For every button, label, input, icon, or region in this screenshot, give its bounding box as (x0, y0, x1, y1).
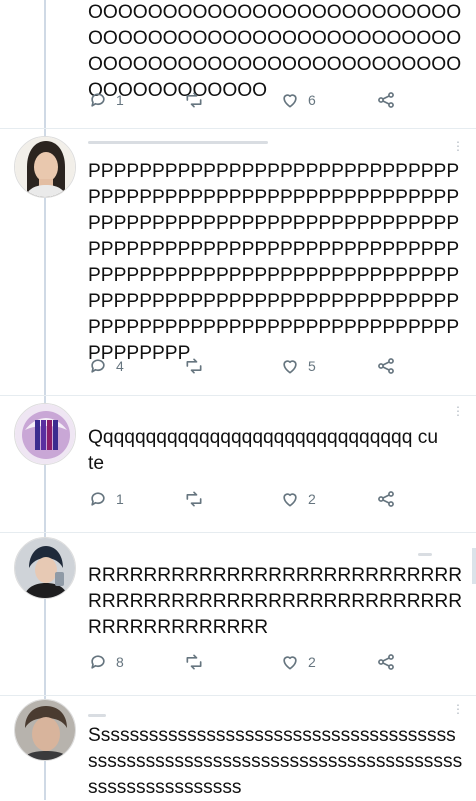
share-icon (378, 92, 394, 108)
ghost-username (88, 141, 268, 144)
post-3[interactable]: RRRRRRRRRRRRRRRRRRRRRRRRRRRRRRRRRRRRRRRR… (0, 533, 476, 695)
like-button[interactable]: 6 (280, 87, 316, 113)
like-button[interactable]: 2 (280, 649, 316, 675)
post-text: RRRRRRRRRRRRRRRRRRRRRRRRRRRRRRRRRRRRRRRR… (88, 565, 463, 638)
share-button[interactable] (376, 486, 396, 512)
reply-icon (91, 93, 105, 107)
retweet-icon (186, 491, 202, 507)
post-4[interactable]: ⋮ Ssssssssssssssssssssssssssssssssssssss… (0, 696, 476, 800)
action-bar: 1 2 (88, 486, 408, 512)
heart-icon (283, 360, 297, 374)
purple-logo-avatar[interactable] (14, 403, 76, 465)
like-count: 2 (308, 654, 316, 670)
reply-button[interactable]: 8 (88, 649, 124, 675)
like-button[interactable]: 5 (280, 353, 316, 379)
post-text: PPPPPPPPPPPPPPPPPPPPPPPPPPPPPPPPPPPPPPPP… (88, 161, 460, 364)
post-text: Qqqqqqqqqqqqqqqqqqqqqqqqqqqqqq cute (88, 427, 438, 474)
reply-icon (91, 359, 105, 373)
more-icon[interactable]: ⋮ (452, 140, 464, 152)
reply-count: 1 (116, 92, 124, 108)
man-portrait-avatar[interactable] (14, 537, 76, 599)
retweet-button[interactable] (184, 353, 204, 379)
share-button[interactable] (376, 87, 396, 113)
share-button[interactable] (376, 649, 396, 675)
share-icon (378, 491, 394, 507)
retweet-button[interactable] (184, 649, 204, 675)
action-bar: 8 2 (88, 649, 408, 675)
reply-count: 1 (116, 491, 124, 507)
share-button[interactable] (376, 353, 396, 379)
like-count: 5 (308, 358, 316, 374)
retweet-button[interactable] (184, 87, 204, 113)
reply-icon (91, 492, 105, 506)
retweet-icon (186, 654, 202, 670)
woman-portrait-avatar[interactable] (14, 136, 76, 198)
share-icon (378, 358, 394, 374)
more-icon[interactable]: ⋮ (452, 405, 464, 417)
like-count: 6 (308, 92, 316, 108)
action-bar: 4 5 (88, 353, 408, 379)
retweet-icon (186, 358, 202, 374)
heart-icon (283, 493, 297, 507)
ghost-username (88, 714, 106, 717)
reply-button[interactable]: 4 (88, 353, 124, 379)
scrollbar-thumb[interactable] (472, 548, 476, 584)
man-closeup-avatar[interactable] (14, 699, 76, 761)
reply-count: 4 (116, 358, 124, 374)
reply-button[interactable]: 1 (88, 486, 124, 512)
ghost-mark (418, 553, 432, 556)
reply-count: 8 (116, 654, 124, 670)
post-1[interactable]: ⋮ PPPPPPPPPPPPPPPPPPPPPPPPPPPPPPPPPPPPPP… (0, 129, 476, 395)
share-icon (378, 654, 394, 670)
heart-icon (283, 656, 297, 670)
retweet-icon (186, 92, 202, 108)
like-count: 2 (308, 491, 316, 507)
post-2[interactable]: ⋮ Qqqqqqqqqqqqqqqqqqqqqqqqqqqqqq cute 1 … (0, 396, 476, 532)
heart-icon (283, 94, 297, 108)
post-text: Ssssssssssssssssssssssssssssssssssssssss… (88, 725, 463, 798)
reply-button[interactable]: 1 (88, 87, 124, 113)
more-icon[interactable]: ⋮ (452, 703, 464, 715)
post-0[interactable]: OOOOOOOOOOOOOOOOOOOOOOOOOOOOOOOOOOOOOOOO… (0, 0, 476, 128)
like-button[interactable]: 2 (280, 486, 316, 512)
reply-icon (91, 655, 105, 669)
action-bar: 1 6 (88, 87, 408, 113)
retweet-button[interactable] (184, 486, 204, 512)
